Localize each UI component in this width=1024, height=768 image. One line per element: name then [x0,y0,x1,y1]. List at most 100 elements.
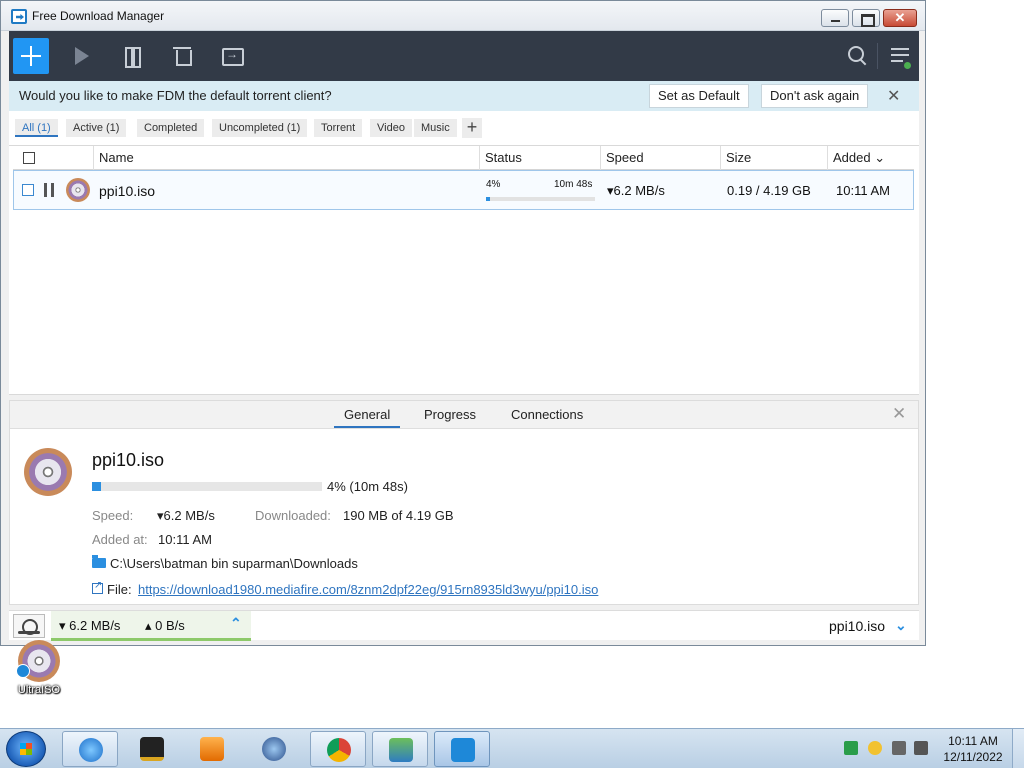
main-toolbar [9,31,919,81]
filter-torrent[interactable]: Torrent [314,119,363,137]
taskbar-chrome[interactable] [310,731,366,767]
status-dot-icon [904,62,911,69]
chrome-icon [327,738,351,762]
dont-ask-again-button[interactable]: Don't ask again [761,84,869,108]
details-progress-label: 4% (10m 48s) [327,479,408,494]
speed-summary[interactable]: ▾ 6.2 MB/s ▴ 0 B/s ⌃ [51,611,251,641]
filter-all[interactable]: All (1) [15,119,58,137]
title-bar[interactable]: Free Download Manager ✕ [1,1,925,31]
taskbar-app-2[interactable] [124,731,180,767]
added-at-value: 10:11 AM [158,532,212,547]
details-progress-fill [92,482,102,491]
details-panel: General Progress Connections ✕ ppi10.iso… [9,400,919,605]
tray-warning-icon[interactable] [868,741,882,755]
set-as-default-button[interactable]: Set as Default [649,84,749,108]
internet-explorer-icon [79,738,103,762]
banner-close-icon[interactable]: ✕ [887,86,900,106]
row-progress-bar [486,197,595,201]
taskbar-app-4[interactable] [246,731,302,767]
fdm-app-icon [11,9,27,24]
speed-limiter-snail-icon[interactable] [13,614,45,638]
column-speed[interactable]: Speed [600,146,720,170]
monitor-app-icon [140,737,164,761]
monitor-icon [389,738,413,762]
show-desktop-button[interactable] [1012,729,1024,768]
maximize-button[interactable] [852,9,880,27]
media-player-icon [200,737,224,761]
pause-icon[interactable] [44,183,55,197]
hamburger-menu-icon[interactable] [889,45,913,69]
banner-message: Would you like to make FDM the default t… [19,88,332,103]
delete-icon[interactable] [171,45,195,67]
fdm-window: Free Download Manager ✕ Would you like t… [0,0,926,646]
filter-music[interactable]: Music [414,119,457,137]
download-eta: 10m 48s [554,179,593,190]
filter-bar: All (1) Active (1) Completed Uncompleted… [9,111,919,145]
chevron-up-icon[interactable]: ⌃ [230,615,242,632]
download-size: 0.19 / 4.19 GB [727,183,811,198]
download-list: Name Status Speed Size Added ⌄ ppi10.iso… [9,145,919,395]
status-bar: ▾ 6.2 MB/s ▴ 0 B/s ⌃ ppi10.iso ⌄ [9,610,919,641]
toolbar-divider [877,43,878,69]
tab-general[interactable]: General [334,407,401,428]
tray-volume-icon[interactable] [914,741,928,755]
total-download-speed: ▾ 6.2 MB/s [59,618,121,633]
column-size[interactable]: Size [720,146,827,170]
search-icon[interactable] [847,45,871,67]
filter-active[interactable]: Active (1) [66,119,127,137]
details-close-icon[interactable]: ✕ [892,404,906,424]
taskbar-fdm[interactable] [434,731,490,767]
downloaded-value: 190 MB of 4.19 GB [343,508,454,523]
external-link-icon [92,580,103,594]
taskbar-app-6[interactable] [372,731,428,767]
row-checkbox[interactable] [22,184,34,196]
download-speed: ▾6.2 MB/s [607,183,665,198]
add-filter-button[interactable]: + [462,118,482,138]
tray-network-app-icon[interactable] [844,741,858,755]
download-percent: 4% [486,179,501,190]
details-progress-bar [92,482,322,491]
iso-large-icon [24,448,72,496]
added-at-label: Added at: [92,532,148,547]
column-status[interactable]: Status [479,146,600,170]
fdm-taskbar-icon [451,738,475,762]
download-added: 10:11 AM [836,183,890,198]
pause-all-icon[interactable] [123,45,147,68]
clock-date: 12/11/2022 [943,750,1003,764]
download-folder-path[interactable]: C:\Users\batman bin suparman\Downloads [110,556,358,571]
tray-network-icon[interactable] [892,741,906,755]
list-header: Name Status Speed Size Added ⌄ [13,146,914,170]
select-all-checkbox[interactable] [23,152,35,164]
tab-connections[interactable]: Connections [511,407,583,422]
iso-file-icon [66,178,90,202]
total-upload-speed: ▴ 0 B/s [145,618,185,633]
filter-completed[interactable]: Completed [137,119,205,137]
downloaded-label: Downloaded: [255,508,331,523]
close-window-button[interactable]: ✕ [883,9,917,27]
move-to-folder-icon[interactable] [221,45,245,67]
file-url-link[interactable]: https://download1980.mediafire.com/8znm2… [138,582,598,597]
add-download-button[interactable] [13,38,49,74]
resume-icon[interactable] [73,45,97,67]
chevron-down-icon[interactable]: ⌄ [895,617,907,634]
globe-app-icon [262,737,286,761]
filter-uncompleted[interactable]: Uncompleted (1) [212,119,308,137]
tab-progress[interactable]: Progress [424,407,476,422]
column-added[interactable]: Added ⌄ [827,146,914,170]
start-button[interactable] [6,731,46,767]
status-current-file: ppi10.iso [829,618,886,634]
file-label: File: [107,582,132,597]
download-row[interactable]: ppi10.iso 4% 10m 48s ▾6.2 MB/s 0.19 / 4.… [13,170,914,210]
details-tabs: General Progress Connections ✕ [10,401,918,429]
details-file-name: ppi10.iso [92,450,165,470]
taskbar: 10:11 AM 12/11/2022 [0,728,1024,768]
row-progress-fill [486,197,491,201]
taskbar-media-player[interactable] [184,731,240,767]
minimize-button[interactable] [821,9,849,27]
shortcut-badge-icon [16,664,30,678]
column-name[interactable]: Name [93,146,479,170]
filter-video[interactable]: Video [370,119,412,137]
taskbar-ie[interactable] [62,731,118,767]
desktop-icon-ultraiso[interactable]: UltraISO [14,640,64,700]
clock[interactable]: 10:11 AM 12/11/2022 [940,733,1006,765]
